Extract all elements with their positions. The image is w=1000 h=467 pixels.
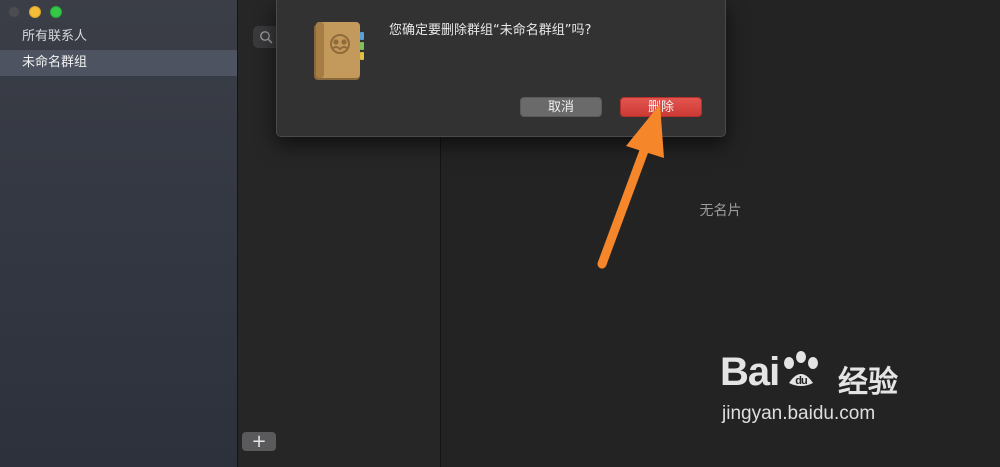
paw-icon: du bbox=[784, 351, 819, 387]
add-contact-button[interactable]: + bbox=[242, 432, 276, 451]
contacts-window: 所有联系人 未命名群组 + 无名片 您确定要删除群组“未命名群组”吗? 取消 删… bbox=[0, 0, 1000, 467]
sidebar-item-all-contacts[interactable]: 所有联系人 bbox=[0, 24, 237, 50]
baidu-watermark: Bai du 经验 jingyan.baidu.com bbox=[720, 335, 960, 445]
sidebar: 所有联系人 未命名群组 bbox=[0, 0, 238, 467]
empty-state-label: 无名片 bbox=[699, 203, 742, 219]
watermark-url: jingyan.baidu.com bbox=[722, 403, 876, 424]
maximize-window-button[interactable] bbox=[50, 6, 62, 18]
minimize-window-button[interactable] bbox=[29, 6, 41, 18]
dialog-message: 您确定要删除群组“未命名群组”吗? bbox=[389, 23, 592, 38]
close-window-button[interactable] bbox=[8, 6, 20, 18]
watermark-brand-cn: 经验 bbox=[838, 365, 898, 400]
sidebar-item-unnamed-group[interactable]: 未命名群组 bbox=[0, 50, 237, 76]
search-icon bbox=[260, 31, 273, 44]
cancel-button[interactable]: 取消 bbox=[520, 97, 602, 117]
window-controls bbox=[8, 6, 62, 18]
delete-group-dialog: 您确定要删除群组“未命名群组”吗? 取消 删除 bbox=[276, 0, 726, 137]
contacts-book-icon bbox=[314, 22, 364, 80]
svg-text:du: du bbox=[796, 375, 808, 387]
delete-button[interactable]: 删除 bbox=[620, 97, 702, 117]
watermark-brand: Bai du bbox=[720, 349, 823, 395]
group-list: 所有联系人 未命名群组 bbox=[0, 24, 237, 76]
